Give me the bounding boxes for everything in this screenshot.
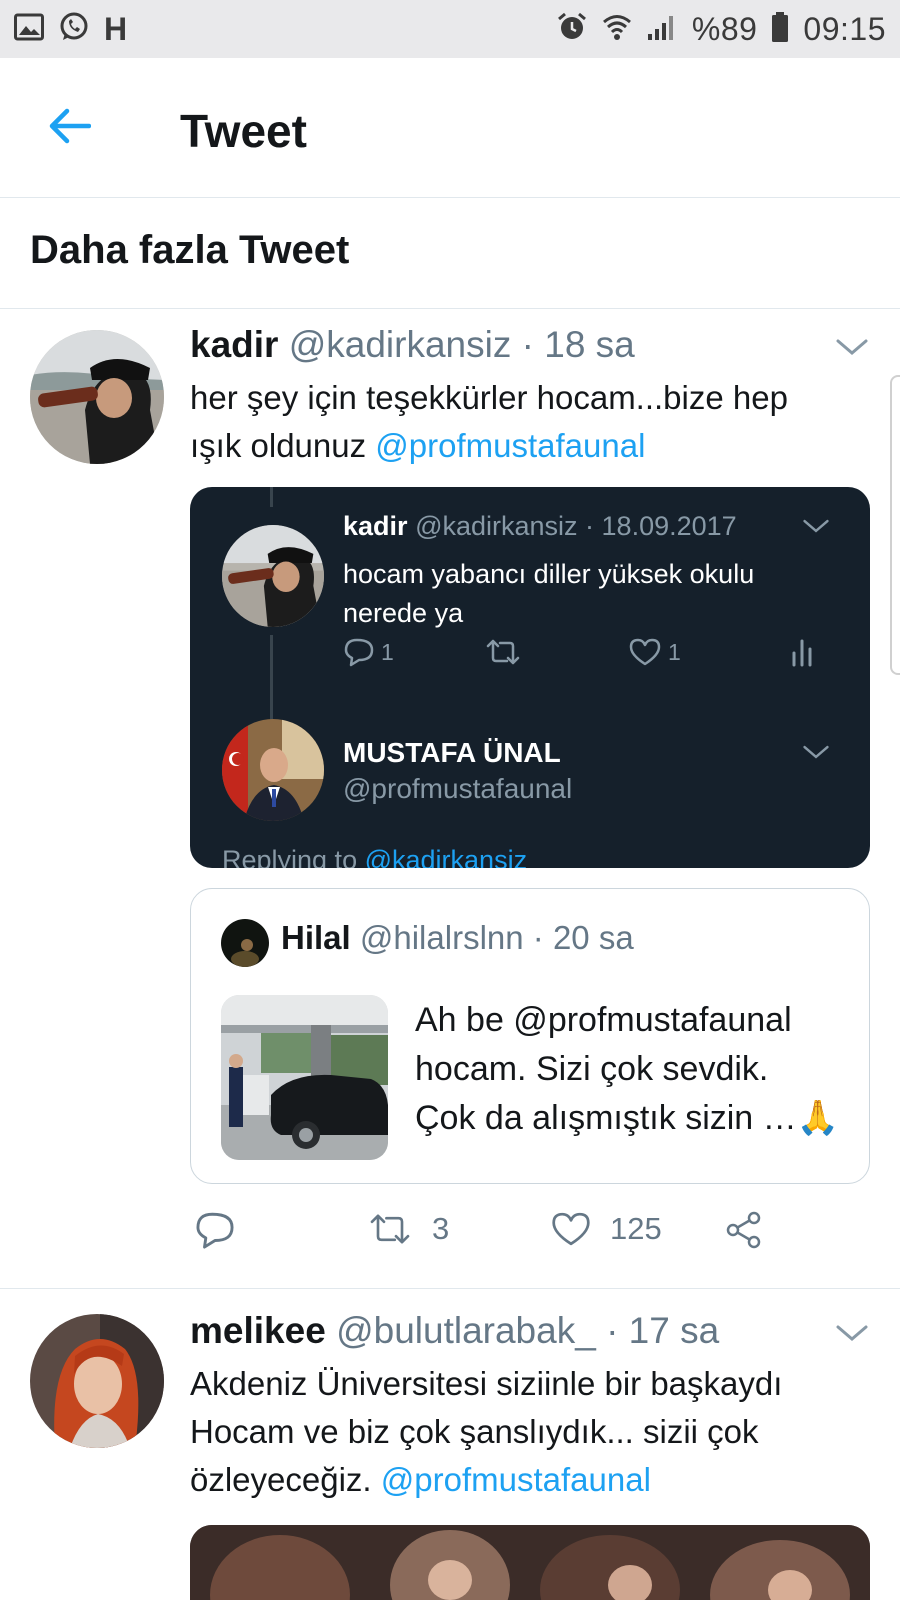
tweet-header: kadir @kadirkansiz · 18 sa [190, 324, 635, 366]
analytics-icon [792, 639, 812, 667]
status-bar: H %89 09:15 [0, 0, 900, 58]
chevron-down-icon[interactable] [802, 517, 830, 535]
status-left: H [14, 11, 127, 48]
tweet-text-segment: özleyeceğiz. [190, 1461, 372, 1498]
battery-percent: %89 [691, 10, 758, 47]
back-arrow-icon [47, 106, 92, 151]
back-button[interactable] [44, 106, 94, 150]
quote-time: · 20 sa [532, 919, 634, 956]
embedded-author-handle[interactable]: @kadirkansiz [415, 511, 577, 541]
status-app-letter: H [104, 10, 128, 47]
tweet-text-line: özleyeceğiz. @profmustafaunal [190, 1456, 880, 1504]
quote-text: Ah be @profmustafaunal hocam. Sizi çok s… [415, 996, 855, 1143]
quote-media-image[interactable] [221, 995, 388, 1160]
tweet-text: her şey için teşekkürler hocam...bize he… [190, 374, 870, 470]
tweet-time: · 18 sa [521, 324, 635, 365]
analytics-button[interactable] [788, 637, 816, 667]
quoted-tweet-card[interactable]: Hilal @hilalrslnn · 20 sa Ah be @profmus… [190, 888, 870, 1184]
wifi-icon [602, 12, 632, 47]
tweet-text-segment: ışık oldunuz [190, 427, 367, 464]
tweet-actions: 3 125 [190, 1210, 870, 1260]
tweet-media-image[interactable] [190, 1525, 870, 1600]
retweet-icon [370, 1214, 410, 1244]
share-icon [726, 1211, 761, 1249]
section-title: Daha fazla Tweet [30, 228, 350, 272]
embedded-tweet-text: hocam yabancı diller yüksek okulu nerede… [343, 555, 843, 633]
mention-link[interactable]: @profmustafaunal [381, 1461, 651, 1498]
share-button[interactable] [724, 1210, 764, 1250]
replying-to-mention[interactable]: @kadirkansiz [365, 845, 527, 868]
avatar[interactable] [222, 719, 324, 821]
gallery-icon [14, 13, 44, 46]
embedded-actions: 1 1 [343, 637, 843, 677]
tweet-text: Akdeniz Üniversitesi siziinle bir başkay… [190, 1360, 880, 1504]
embedded-date: · 18.09.2017 [585, 511, 737, 541]
tweet-author-handle[interactable]: @kadirkansiz [289, 324, 512, 365]
chevron-down-icon[interactable] [835, 1322, 869, 1344]
tweet-header: melikee @bulutlarabak_ · 17 sa [190, 1310, 719, 1352]
mention-link[interactable]: @profmustafaunal [375, 427, 645, 464]
tweet-text-line: Hocam ve biz çok şanslıydık... sizii çok [190, 1413, 759, 1450]
page-title: Tweet [180, 105, 307, 157]
quote-text-line: Ah be @profmustafaunal [415, 1001, 792, 1039]
like-button[interactable]: 125 [550, 1210, 662, 1248]
quote-text-line: Çok da alışmıştık sizin …🙏 [415, 1099, 839, 1137]
reply-button[interactable] [194, 1210, 236, 1250]
section-divider [0, 308, 900, 309]
whatsapp-icon [58, 11, 90, 48]
tweet-author-name[interactable]: kadir [190, 324, 278, 365]
quote-author-handle[interactable]: @hilalrslnn [360, 919, 524, 956]
top-bar: Tweet [0, 58, 900, 198]
reply-author-handle[interactable]: @profmustafaunal [343, 773, 572, 805]
battery-icon [771, 11, 789, 48]
replying-to-label: Replying to @kadirkansiz [222, 845, 527, 868]
signal-icon [646, 12, 678, 47]
reply-count: 1 [381, 638, 394, 665]
avatar[interactable] [30, 330, 164, 464]
avatar[interactable] [221, 919, 269, 967]
heart-icon [629, 638, 661, 666]
reply-button[interactable]: 1 [343, 637, 394, 667]
tweet-text-line: Akdeniz Üniversitesi siziinle bir başkay… [190, 1365, 783, 1402]
status-time: 09:15 [803, 10, 886, 47]
embedded-text-line: hocam yabancı diller yüksek okulu [343, 559, 755, 589]
chevron-down-icon[interactable] [835, 336, 869, 358]
tweet-author-handle[interactable]: @bulutlarabak_ [336, 1310, 596, 1351]
embedded-text-line: nerede ya [343, 598, 464, 628]
tweet-text-line: her şey için teşekkürler hocam...bize he… [190, 379, 788, 416]
retweet-count: 3 [432, 1211, 450, 1246]
like-count: 1 [668, 638, 681, 665]
like-button[interactable]: 1 [628, 637, 681, 667]
tweet-text-line: ışık oldunuz @profmustafaunal [190, 422, 870, 470]
reply-author-name[interactable]: MUSTAFA ÜNAL [343, 737, 561, 769]
tweet-divider [0, 1288, 900, 1289]
reply-icon [344, 638, 374, 667]
tweet-author-name[interactable]: melikee [190, 1310, 326, 1351]
thread-line [270, 487, 273, 507]
embedded-tweet-header: kadir @kadirkansiz · 18.09.2017 [343, 511, 737, 542]
retweet-button[interactable]: 3 [366, 1210, 449, 1248]
tweet-time: · 17 sa [606, 1310, 720, 1351]
retweet-button[interactable] [483, 637, 523, 667]
alarm-icon [556, 11, 588, 48]
quote-header: Hilal @hilalrslnn · 20 sa [281, 919, 634, 957]
status-right: %89 09:15 [556, 11, 886, 48]
scroll-indicator[interactable] [890, 375, 900, 675]
thread-line [270, 635, 273, 725]
embedded-thread-card[interactable]: kadir @kadirkansiz · 18.09.2017 hocam ya… [190, 487, 870, 868]
like-count: 125 [610, 1211, 662, 1246]
replying-prefix: Replying to [222, 845, 358, 868]
retweet-icon [486, 639, 520, 665]
avatar[interactable] [30, 1314, 164, 1448]
quote-text-line: hocam. Sizi çok sevdik. [415, 1050, 769, 1088]
embedded-author-name[interactable]: kadir [343, 511, 408, 541]
reply-icon [196, 1212, 234, 1249]
quote-author-name[interactable]: Hilal [281, 919, 351, 956]
heart-icon [552, 1212, 590, 1246]
avatar[interactable] [222, 525, 324, 627]
chevron-down-icon[interactable] [802, 743, 830, 761]
